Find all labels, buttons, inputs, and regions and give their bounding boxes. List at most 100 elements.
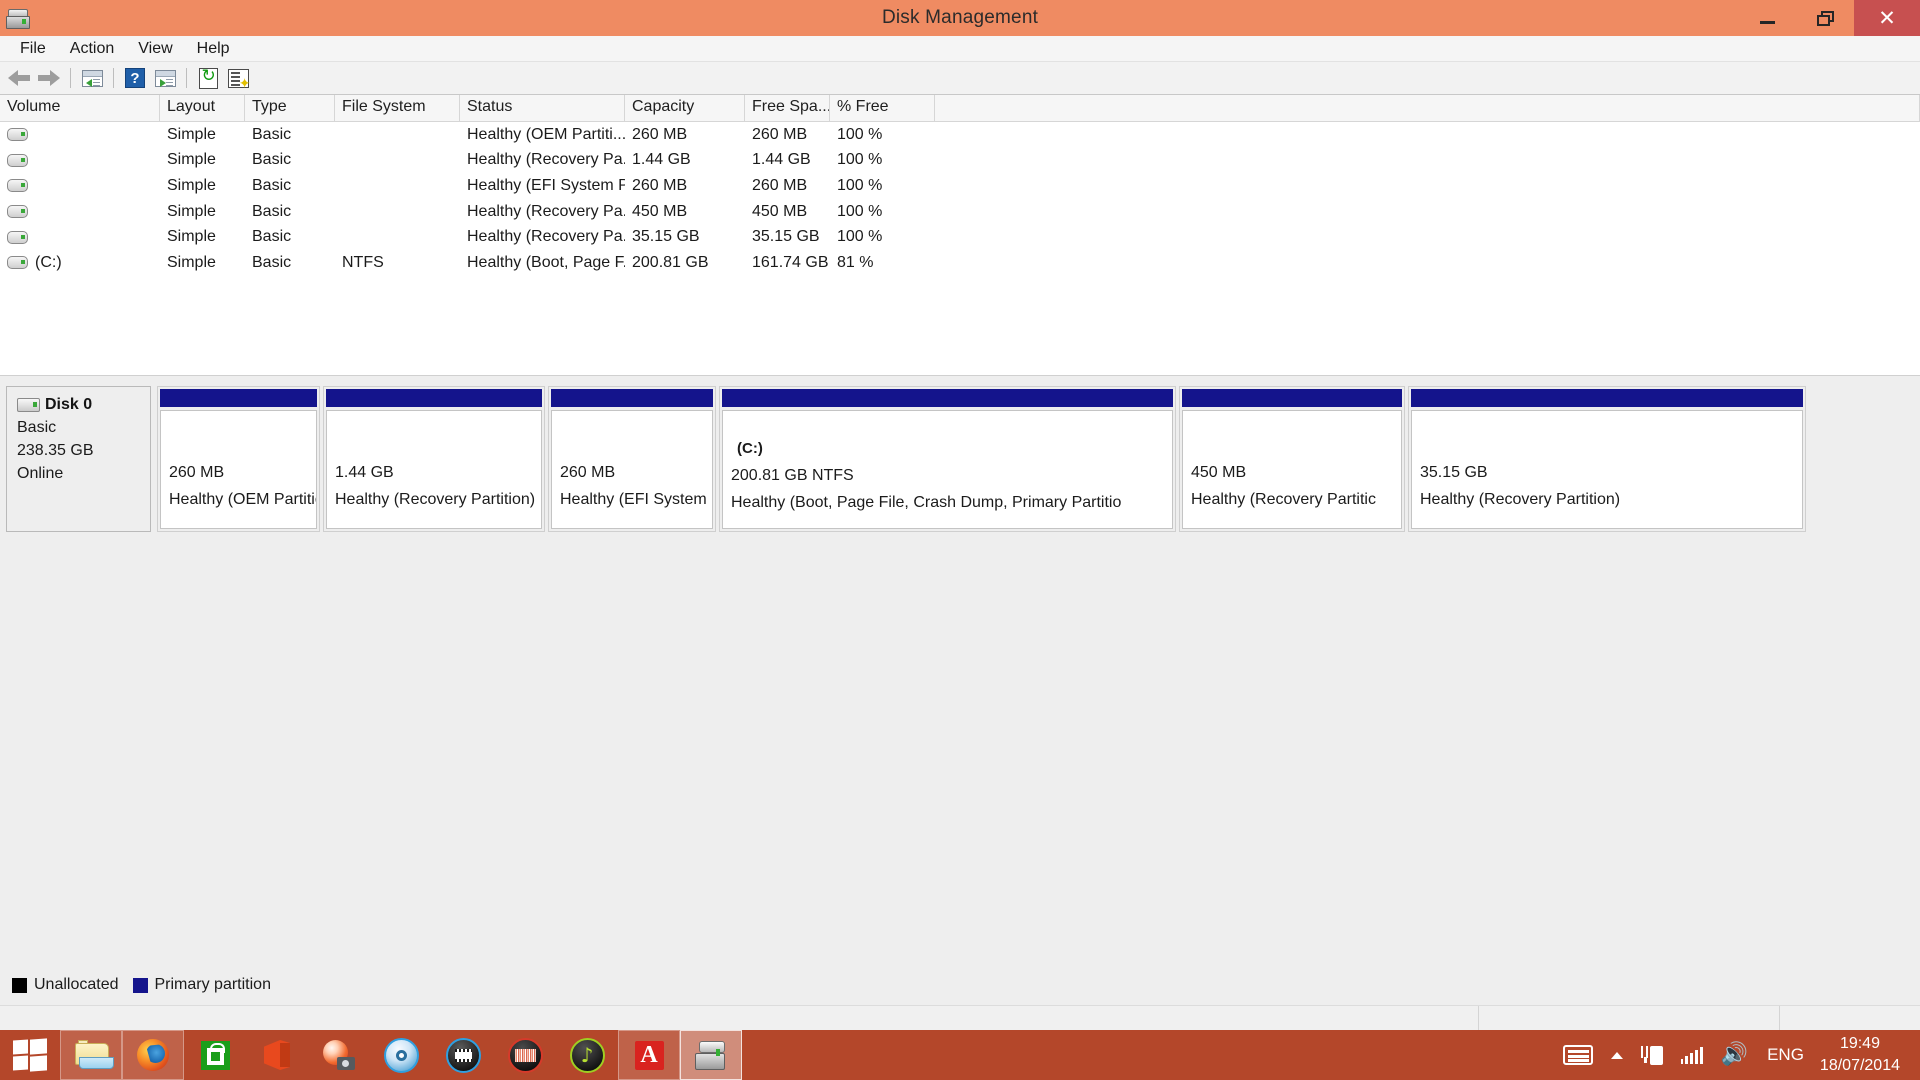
column-header-volume[interactable]: Volume [0, 95, 160, 121]
volume-button[interactable]: 🔊 [1712, 1030, 1757, 1080]
table-row[interactable]: SimpleBasicHealthy (Recovery Pa...450 MB… [0, 199, 1920, 225]
partition-status: Healthy (Recovery Partition) [335, 486, 541, 513]
cell-capacity: 260 MB [625, 177, 745, 195]
cell-status: Healthy (Recovery Pa... [460, 151, 625, 169]
clock-time: 19:49 [1820, 1033, 1900, 1055]
column-header-layout[interactable]: Layout [160, 95, 245, 121]
close-icon: ✕ [1878, 8, 1896, 29]
cell-layout: Simple [160, 151, 245, 169]
cell-file-system: NTFS [335, 254, 460, 272]
table-row[interactable]: SimpleBasicHealthy (OEM Partiti...260 MB… [0, 122, 1920, 148]
close-button[interactable]: ✕ [1854, 0, 1920, 36]
disk-management-taskbar-icon [695, 1041, 727, 1069]
legend-swatch [133, 978, 148, 993]
menu-help[interactable]: Help [185, 38, 242, 60]
cell-type: Basic [245, 126, 335, 144]
taskbar-firefox[interactable] [122, 1030, 184, 1080]
taskbar-snagit[interactable] [308, 1030, 370, 1080]
partition-color-bar [722, 389, 1173, 407]
partition-block[interactable]: 450 MBHealthy (Recovery Partitic [1179, 386, 1405, 532]
partition-block[interactable]: (C:)200.81 GB NTFSHealthy (Boot, Page Fi… [719, 386, 1176, 532]
battery-button[interactable] [1632, 1030, 1672, 1080]
cell-volume [0, 205, 160, 218]
table-row[interactable]: SimpleBasicHealthy (Recovery Pa...35.15 … [0, 224, 1920, 250]
taskbar-file-explorer[interactable] [60, 1030, 122, 1080]
window-controls: ✕ [1738, 0, 1920, 36]
language-indicator[interactable]: ENG [1757, 1045, 1814, 1065]
disk-size: 238.35 GB [17, 439, 150, 462]
legend-item: Primary partition [133, 976, 271, 994]
table-row[interactable]: SimpleBasicHealthy (EFI System P...260 M… [0, 173, 1920, 199]
taskbar-adobe-reader[interactable]: A [618, 1030, 680, 1080]
legend-item: Unallocated [12, 976, 119, 994]
column-header-free-spa[interactable]: Free Spa... [745, 95, 830, 121]
audio-editor-icon [508, 1038, 543, 1073]
cell-volume [0, 179, 160, 192]
column-header-status[interactable]: Status [460, 95, 625, 121]
cell-percent-free: 100 % [830, 177, 935, 195]
clock[interactable]: 19:49 18/07/2014 [1814, 1033, 1912, 1077]
cell-layout: Simple [160, 254, 245, 272]
column-header--free[interactable]: % Free [830, 95, 935, 121]
cell-percent-free: 100 % [830, 151, 935, 169]
column-header-blank[interactable] [935, 95, 1920, 121]
taskbar-music-player[interactable]: ♪ [556, 1030, 618, 1080]
status-bar [0, 1005, 1920, 1031]
cell-capacity: 35.15 GB [625, 228, 745, 246]
cell-volume: (C:) [0, 254, 160, 272]
back-button[interactable] [4, 64, 34, 92]
touch-keyboard-button[interactable] [1554, 1030, 1602, 1080]
show-action-pane-button[interactable] [150, 64, 180, 92]
partition-size: 1.44 GB [335, 459, 541, 486]
menu-action[interactable]: Action [58, 38, 126, 60]
show-hide-console-tree-icon [82, 70, 103, 87]
cell-status: Healthy (EFI System P... [460, 177, 625, 195]
window-title: Disk Management [0, 7, 1920, 29]
start-button[interactable] [0, 1030, 60, 1080]
maximize-button[interactable] [1796, 0, 1854, 36]
show-console-tree-button[interactable] [77, 64, 107, 92]
cell-percent-free: 100 % [830, 203, 935, 221]
disk-management-icon [6, 6, 30, 30]
volume-icon [7, 256, 28, 269]
cell-free-space: 260 MB [745, 126, 830, 144]
rescan-disks-button[interactable]: ✦ [223, 64, 253, 92]
taskbar-disk-management[interactable] [680, 1030, 742, 1080]
disk-info-panel[interactable]: Disk 0 Basic 238.35 GB Online [6, 386, 151, 532]
refresh-button[interactable] [193, 64, 223, 92]
toolbar-separator [113, 68, 114, 88]
show-hidden-icons-button[interactable] [1602, 1030, 1632, 1080]
network-button[interactable] [1672, 1030, 1712, 1080]
taskbar-disc-burner[interactable] [370, 1030, 432, 1080]
partition-block[interactable]: 260 MBHealthy (EFI System Pa [548, 386, 716, 532]
column-header-capacity[interactable]: Capacity [625, 95, 745, 121]
table-row[interactable]: SimpleBasicHealthy (Recovery Pa...1.44 G… [0, 148, 1920, 174]
cell-type: Basic [245, 177, 335, 195]
table-row[interactable]: (C:)SimpleBasicNTFSHealthy (Boot, Page F… [0, 250, 1920, 276]
taskbar-video-player[interactable] [432, 1030, 494, 1080]
menu-view[interactable]: View [126, 38, 184, 60]
cell-type: Basic [245, 203, 335, 221]
disk-row: Disk 0 Basic 238.35 GB Online 260 MBHeal… [6, 386, 1914, 538]
help-button[interactable]: ? [120, 64, 150, 92]
taskbar-windows-store[interactable] [184, 1030, 246, 1080]
cell-percent-free: 100 % [830, 126, 935, 144]
toolbar-separator [70, 68, 71, 88]
partition-block[interactable]: 260 MBHealthy (OEM Partition [157, 386, 320, 532]
cell-status: Healthy (Recovery Pa... [460, 203, 625, 221]
taskbar-audio-editor[interactable] [494, 1030, 556, 1080]
column-header-type[interactable]: Type [245, 95, 335, 121]
minimize-button[interactable] [1738, 0, 1796, 36]
cell-percent-free: 81 % [830, 254, 935, 272]
toolbar-separator [186, 68, 187, 88]
taskbar-microsoft-office[interactable] [246, 1030, 308, 1080]
cell-type: Basic [245, 228, 335, 246]
menu-file[interactable]: File [8, 38, 58, 60]
partition-block[interactable]: 35.15 GBHealthy (Recovery Partition) [1408, 386, 1806, 532]
cell-capacity: 200.81 GB [625, 254, 745, 272]
cell-percent-free: 100 % [830, 228, 935, 246]
forward-button[interactable] [34, 64, 64, 92]
column-header-file-system[interactable]: File System [335, 95, 460, 121]
disk-management-window: Disk Management ✕ File Action View Help [0, 0, 1920, 1080]
partition-block[interactable]: 1.44 GBHealthy (Recovery Partition) [323, 386, 545, 532]
